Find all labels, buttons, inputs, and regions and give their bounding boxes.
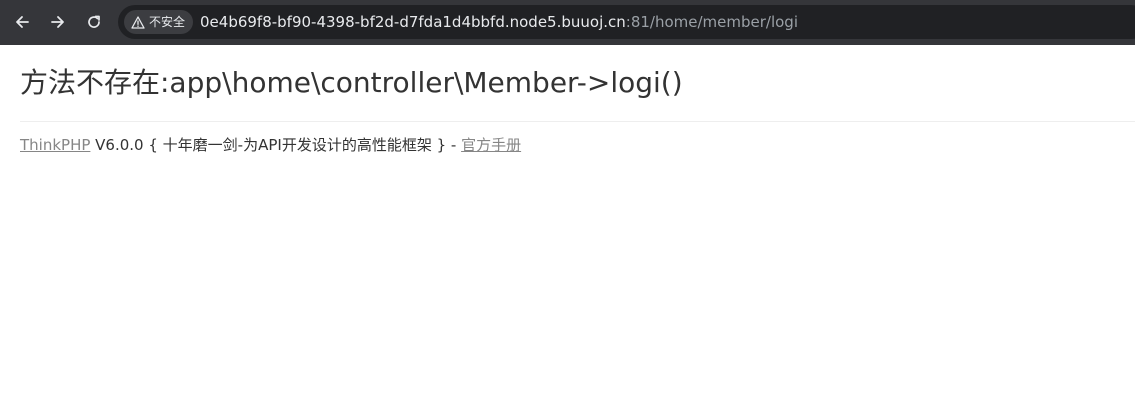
warning-triangle-icon bbox=[131, 15, 145, 29]
reload-button[interactable] bbox=[80, 8, 108, 36]
divider bbox=[20, 121, 1135, 122]
reload-icon bbox=[86, 14, 102, 30]
url-text[interactable]: 0e4b69f8-bf90-4398-bf2d-d7fda1d4bbfd.nod… bbox=[200, 5, 798, 39]
url-path: :81/home/member/logi bbox=[625, 13, 798, 31]
address-bar[interactable]: 不安全 0e4b69f8-bf90-4398-bf2d-d7fda1d4bbfd… bbox=[118, 5, 1135, 39]
page-content: 方法不存在:app\home\controller\Member->logi()… bbox=[0, 45, 1135, 410]
security-indicator[interactable]: 不安全 bbox=[124, 10, 194, 34]
version-text: V6.0.0 { 十年磨一剑-为API开发设计的高性能框架 } - bbox=[90, 136, 462, 154]
back-arrow-icon bbox=[14, 14, 30, 30]
forward-arrow-icon bbox=[50, 14, 66, 30]
back-button[interactable] bbox=[8, 8, 36, 36]
security-label: 不安全 bbox=[149, 15, 186, 29]
error-message: 方法不存在:app\home\controller\Member->logi() bbox=[20, 66, 683, 99]
url-host: 0e4b69f8-bf90-4398-bf2d-d7fda1d4bbfd.nod… bbox=[200, 13, 626, 31]
forward-button[interactable] bbox=[44, 8, 72, 36]
manual-link[interactable]: 官方手册 bbox=[461, 136, 521, 154]
browser-toolbar: 不安全 0e4b69f8-bf90-4398-bf2d-d7fda1d4bbfd… bbox=[0, 0, 1135, 45]
copyright-line: ThinkPHP V6.0.0 { 十年磨一剑-为API开发设计的高性能框架 }… bbox=[20, 135, 521, 155]
thinkphp-link[interactable]: ThinkPHP bbox=[20, 136, 90, 154]
